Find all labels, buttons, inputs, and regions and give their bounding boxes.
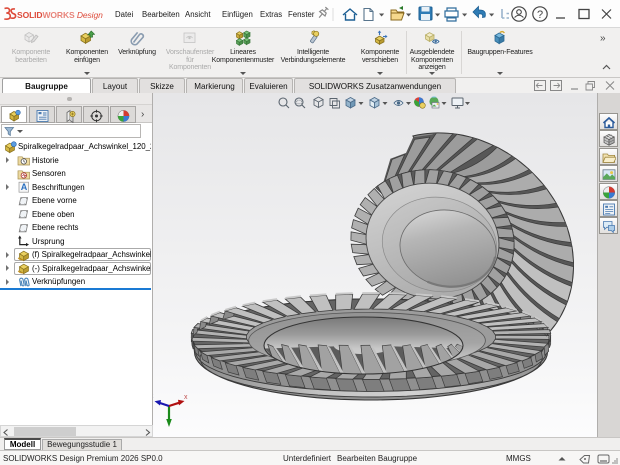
svg-text:x: x bbox=[184, 394, 188, 401]
svg-text:?: ? bbox=[537, 9, 543, 21]
svg-text:A: A bbox=[21, 182, 28, 192]
